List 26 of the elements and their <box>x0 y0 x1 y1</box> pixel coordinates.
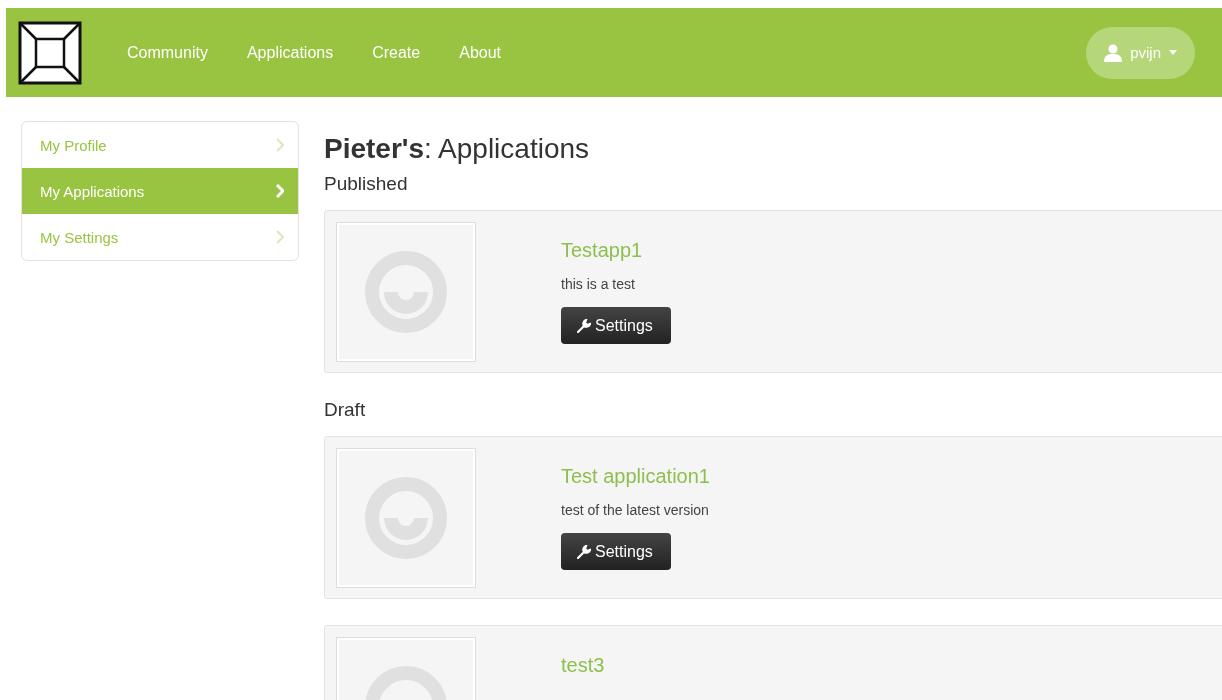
page-title: Pieter's: Applications <box>324 133 591 165</box>
section-heading: Published <box>324 173 409 195</box>
nav-link[interactable]: Applications <box>246 43 334 62</box>
app-description: test of the latest version <box>561 502 710 518</box>
chevron-icon <box>275 184 284 198</box>
settings-button[interactable]: Settings <box>561 307 671 344</box>
caret-icon <box>1169 50 1177 55</box>
app-title[interactable]: Testapp1 <box>561 239 671 262</box>
nav-link[interactable]: Community <box>127 43 208 62</box>
sidebar-item[interactable]: My Profile <box>22 122 298 168</box>
user-icon <box>1104 43 1123 62</box>
app-description: this is a test <box>561 276 636 292</box>
sidebar-item[interactable]: My Applications <box>22 168 298 214</box>
nav-link[interactable]: About <box>459 43 502 62</box>
wrench-icon <box>577 318 591 333</box>
chevron-icon <box>275 230 284 244</box>
settings-button[interactable]: Settings <box>561 533 671 570</box>
nav-link[interactable]: Create <box>372 43 421 62</box>
app-title[interactable]: test3 <box>561 654 605 677</box>
sidebar-item[interactable]: My Settings <box>22 214 298 260</box>
section-heading: Draft <box>324 399 367 421</box>
chevron-icon <box>275 138 284 152</box>
app-title[interactable]: Test application1 <box>561 465 710 488</box>
wrench-icon <box>577 544 591 559</box>
user-menu-button[interactable]: pvijn <box>1086 26 1195 79</box>
logo-icon[interactable] <box>18 20 82 85</box>
